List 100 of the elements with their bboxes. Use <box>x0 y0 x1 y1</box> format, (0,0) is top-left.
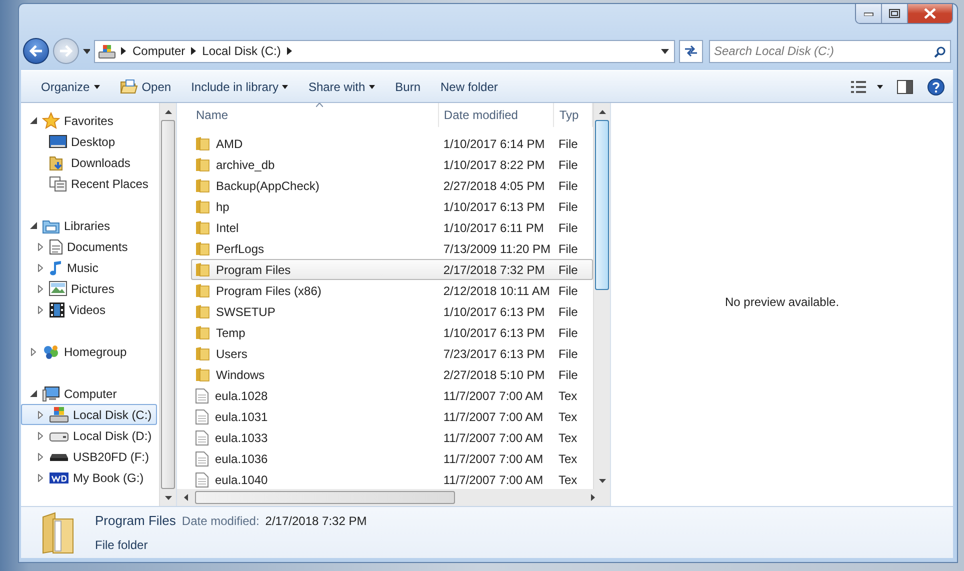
file-name: eula.1031 <box>215 408 268 426</box>
refresh-button[interactable] <box>679 40 703 62</box>
toolbar-button[interactable]: Open <box>112 76 180 98</box>
folder-icon <box>41 510 75 554</box>
file-row[interactable]: hp 1/10/2017 6:13 PM File <box>191 196 593 217</box>
breadcrumb-link[interactable]: Computer <box>126 42 192 60</box>
file-row[interactable]: Backup(AppCheck) 2/27/2018 4:05 PM File <box>191 175 593 196</box>
toolbar-button[interactable]: New folder <box>432 76 506 98</box>
nav-group[interactable]: Libraries <box>21 215 157 236</box>
document-icon <box>195 450 209 466</box>
column-header[interactable]: Name <box>191 103 439 127</box>
file-row[interactable]: eula.1033 11/7/2007 7:00 AM Tex <box>191 427 593 448</box>
close-button[interactable] <box>908 4 952 23</box>
drive-icon <box>49 472 69 484</box>
view-options-button[interactable] <box>851 80 883 92</box>
column-header[interactable]: Date modified <box>438 103 554 127</box>
help-icon[interactable] <box>927 78 945 96</box>
computer-icon <box>42 386 60 402</box>
breadcrumb-arrow-icon <box>191 47 196 55</box>
file-row[interactable]: Intel 1/10/2017 6:11 PM File <box>191 217 593 238</box>
star-icon <box>42 112 60 129</box>
toolbar-button[interactable]: Include in library <box>183 76 296 98</box>
address-bar[interactable]: Computer Local Disk (C:) <box>94 40 676 62</box>
history-caret-icon[interactable] <box>82 48 90 54</box>
collapsed-arrow-icon[interactable] <box>36 242 45 250</box>
file-name: Program Files (x86) <box>216 282 322 300</box>
nav-item[interactable]: Documents <box>21 236 157 257</box>
nav-item[interactable]: Videos <box>21 299 157 320</box>
file-name: Program Files <box>216 262 291 278</box>
toolbar-button[interactable]: Organize <box>33 76 108 98</box>
file-row[interactable]: AMD 1/10/2017 6:14 PM File <box>191 133 593 154</box>
file-row[interactable]: Users 7/23/2017 6:13 PM File <box>191 343 593 364</box>
collapsed-arrow-icon[interactable] <box>36 432 45 440</box>
nav-item[interactable]: Local Disk (C:) <box>21 404 157 425</box>
collapsed-arrow-icon[interactable] <box>36 306 45 314</box>
collapsed-arrow-icon[interactable] <box>29 348 38 356</box>
nav-group[interactable]: Favorites <box>21 110 157 131</box>
minimize-button[interactable] <box>856 4 882 23</box>
date-cell-text: 1/10/2017 8:22 PM <box>442 156 546 174</box>
file-row[interactable]: Temp 1/10/2017 6:13 PM File <box>191 322 593 343</box>
file-row[interactable]: eula.1028 11/7/2007 7:00 AM Tex <box>191 385 593 406</box>
file-row[interactable]: PerfLogs 7/13/2009 11:20 PM File <box>191 238 593 259</box>
folder-icon <box>195 136 210 151</box>
date-cell-text: 11/7/2007 7:00 AM <box>442 472 544 488</box>
type-cell-text: File <box>557 240 579 258</box>
maximize-button[interactable] <box>882 4 908 23</box>
breadcrumb-link[interactable]: Local Disk (C:) <box>196 42 287 60</box>
scroll-bar[interactable] <box>593 103 610 489</box>
collapsed-arrow-icon[interactable] <box>36 264 45 272</box>
date-cell-text: 1/10/2017 6:14 PM <box>442 136 546 152</box>
music-note-icon <box>49 260 63 276</box>
nav-item[interactable]: Downloads <box>21 152 157 173</box>
preview-pane-icon[interactable] <box>897 80 913 94</box>
search-field[interactable]: Search Local Disk (C:) <box>708 40 951 62</box>
dropdown-caret-icon[interactable] <box>661 48 670 54</box>
document-icon <box>195 472 209 488</box>
drive-icon <box>98 43 116 59</box>
file-row[interactable]: Windows 2/27/2018 5:10 PM File <box>191 364 593 385</box>
date-cell-text: 1/10/2017 6:11 PM <box>442 220 545 236</box>
type-cell-text: Tex <box>557 430 578 446</box>
toolbar-button[interactable]: Burn <box>387 76 428 98</box>
breadcrumb-arrow-icon <box>121 47 126 55</box>
file-row[interactable]: SWSETUP 1/10/2017 6:13 PM File <box>191 301 593 322</box>
nav-group[interactable]: Homegroup <box>21 341 157 362</box>
nav-item[interactable]: My Book (G:) <box>21 467 157 488</box>
collapsed-arrow-icon[interactable] <box>36 452 45 460</box>
file-row[interactable]: Program Files (x86) 2/12/2018 10:11 AM File <box>191 280 593 301</box>
nav-item[interactable]: Pictures <box>21 278 157 299</box>
file-row[interactable]: eula.1031 11/7/2007 7:00 AM Tex <box>191 406 593 427</box>
file-row[interactable]: archive_db 1/10/2017 8:22 PM File <box>191 154 593 175</box>
type-cell-text: Tex <box>557 472 578 488</box>
desktop-icon <box>49 134 67 148</box>
collapsed-arrow-icon[interactable] <box>36 410 45 418</box>
expanded-arrow-icon[interactable] <box>29 390 38 397</box>
file-row[interactable]: eula.1036 11/7/2007 7:00 AM Tex <box>191 448 593 469</box>
date-cell-text: 2/17/2018 7:32 PM <box>442 262 546 278</box>
collapsed-arrow-icon[interactable] <box>36 474 45 482</box>
expanded-arrow-icon[interactable] <box>29 117 38 124</box>
nav-item[interactable]: USB20FD (F:) <box>21 446 157 467</box>
file-row[interactable]: Program Files 2/17/2018 7:32 PM File <box>191 259 593 280</box>
nav-item[interactable]: Music <box>21 257 157 278</box>
file-row[interactable]: eula.1040 11/7/2007 7:00 AM Tex <box>191 469 593 489</box>
document-icon <box>195 408 209 424</box>
library-icon <box>42 218 60 234</box>
nav-group[interactable]: Computer <box>21 383 157 404</box>
collapsed-arrow-icon[interactable] <box>36 284 45 292</box>
search-icon <box>934 46 946 58</box>
nav-item[interactable]: Recent Places <box>21 173 157 194</box>
nav-item[interactable]: Local Disk (D:) <box>21 425 157 446</box>
expanded-arrow-icon[interactable] <box>29 222 38 229</box>
scroll-bar[interactable] <box>159 103 176 506</box>
type-cell-text: File <box>557 262 579 278</box>
drive-icon <box>49 430 69 442</box>
toolbar-button[interactable]: Share with <box>300 76 384 98</box>
nav-item[interactable]: Desktop <box>21 131 157 152</box>
type-cell-text: File <box>557 304 579 320</box>
type-cell-text: File <box>557 346 579 362</box>
date-cell-text: 7/13/2009 11:20 PM <box>442 240 552 258</box>
horizontal-scroll-bar[interactable] <box>177 489 610 506</box>
back-button[interactable] <box>23 38 49 64</box>
